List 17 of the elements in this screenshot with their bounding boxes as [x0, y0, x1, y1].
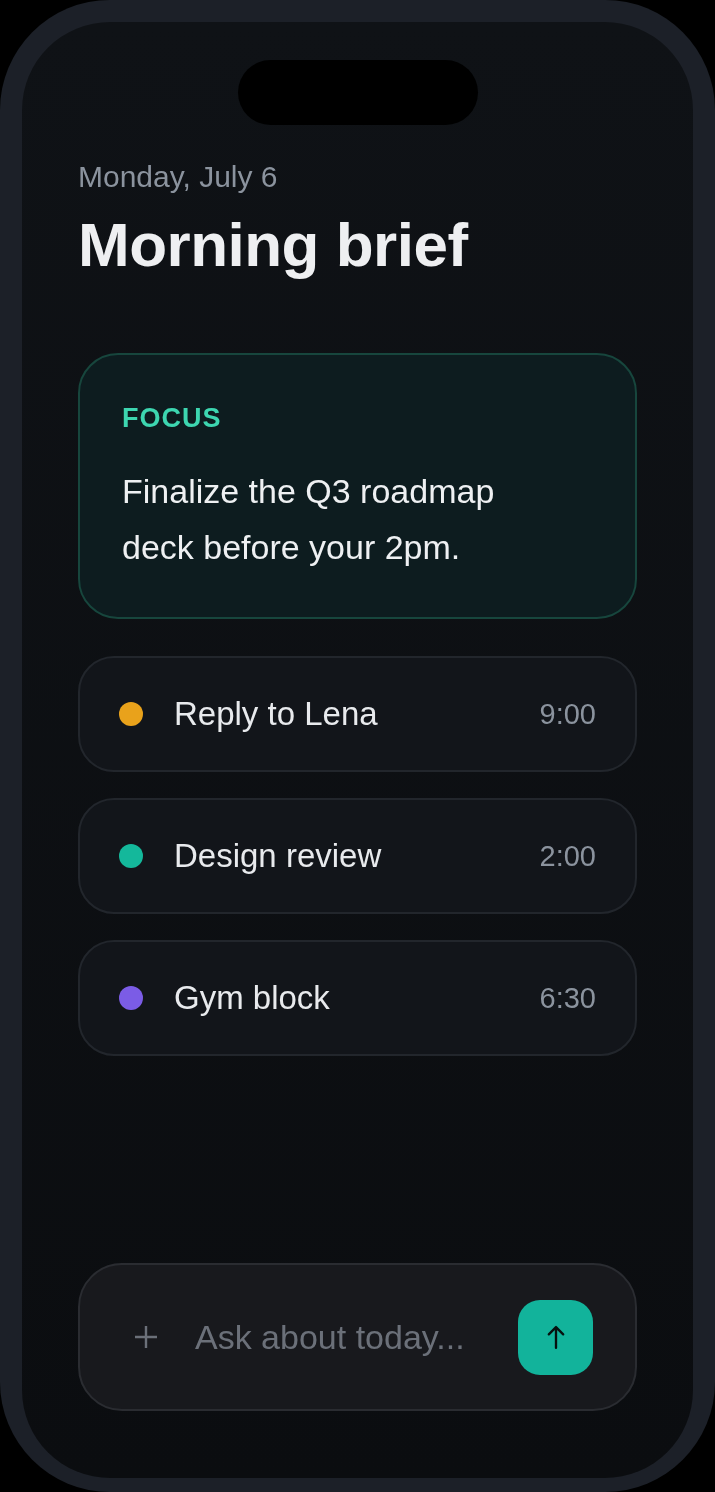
task-title: Reply to Lena — [174, 695, 378, 733]
task-time: 9:00 — [539, 697, 596, 731]
plus-icon[interactable] — [135, 1326, 157, 1348]
send-button[interactable] — [518, 1299, 593, 1375]
focus-text: Finalize the Q3 roadmap deck before your 2pm. — [122, 471, 496, 568]
task-time: 2:00 — [539, 839, 596, 873]
page-title: Morning brief — [78, 209, 468, 281]
arrow-up-icon — [546, 1325, 565, 1349]
focus-label: FOCUS — [122, 402, 222, 435]
task-title: Design review — [174, 837, 382, 875]
task-time: 6:30 — [539, 981, 596, 1015]
task-card[interactable]: Reply to Lena 9:00 — [78, 656, 637, 772]
task-title: Gym block — [174, 979, 330, 1017]
date-label: Monday, July 6 — [78, 159, 278, 195]
task-card[interactable]: Design review 2:00 — [78, 798, 637, 914]
ask-input[interactable]: Ask about today... — [195, 1315, 498, 1359]
task-card[interactable]: Gym block 6:30 — [78, 940, 637, 1056]
